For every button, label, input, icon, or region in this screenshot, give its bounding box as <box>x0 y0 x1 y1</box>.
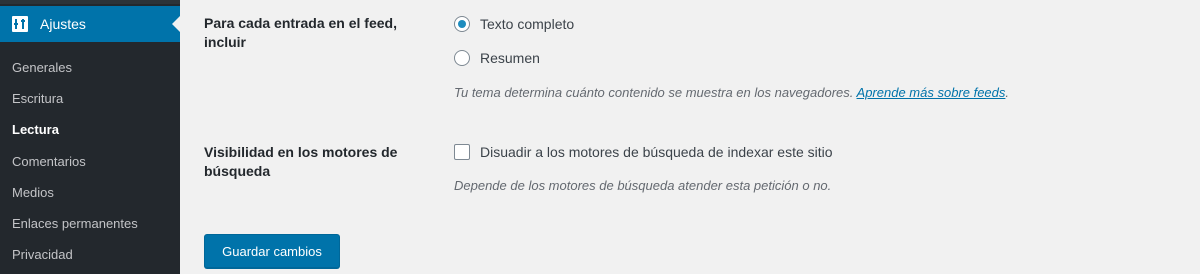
sidebar-item-lectura[interactable]: Lectura <box>0 114 180 145</box>
sidebar-item-enlaces-permanentes[interactable]: Enlaces permanentes <box>0 208 180 239</box>
sidebar-item-comentarios[interactable]: Comentarios <box>0 146 180 177</box>
radio-summary-control[interactable] <box>454 50 470 66</box>
sidebar-item-medios[interactable]: Medios <box>0 177 180 208</box>
visibility-description: Depende de los motores de búsqueda atend… <box>454 178 832 193</box>
sidebar-item-escritura[interactable]: Escritura <box>0 83 180 114</box>
save-changes-button[interactable]: Guardar cambios <box>204 234 340 268</box>
feed-description-suffix: . <box>1005 85 1010 100</box>
current-menu-arrow <box>172 16 180 32</box>
radio-summary-label: Resumen <box>480 50 540 66</box>
learn-more-feeds-link[interactable]: Aprende más sobre feeds <box>857 85 1006 100</box>
radio-full-text[interactable]: Texto completo <box>454 16 574 32</box>
settings-submenu: Generales Escritura Lectura Comentarios … <box>0 52 180 270</box>
sidebar-item-generales[interactable]: Generales <box>0 52 180 83</box>
sidebar-menu-settings[interactable]: Ajustes <box>0 6 180 42</box>
radio-full-text-label: Texto completo <box>480 16 575 32</box>
radio-summary[interactable]: Resumen <box>454 50 540 66</box>
settings-form: Para cada entrada en el feed, incluir Te… <box>180 0 1200 274</box>
sidebar-top-strip <box>0 0 180 4</box>
sidebar-item-privacidad[interactable]: Privacidad <box>0 239 180 270</box>
feed-setting-label: Para cada entrada en el feed, incluir <box>204 15 397 50</box>
sidebar-menu-settings-label: Ajustes <box>40 16 86 32</box>
discourage-search-engines-control[interactable] <box>454 144 470 160</box>
feed-description-text: Tu tema determina cuánto contenido se mu… <box>454 85 854 100</box>
admin-sidebar: Ajustes Generales Escritura Lectura Come… <box>0 0 180 274</box>
discourage-search-engines-label: Disuadir a los motores de búsqueda de in… <box>480 144 833 160</box>
discourage-search-engines-checkbox[interactable]: Disuadir a los motores de búsqueda de in… <box>454 144 833 160</box>
visibility-setting-label: Visibilidad en los motores de búsqueda <box>204 144 398 179</box>
settings-icon <box>10 14 30 34</box>
feed-description: Tu tema determina cuánto contenido se mu… <box>454 85 1009 100</box>
radio-full-text-control[interactable] <box>454 16 470 32</box>
